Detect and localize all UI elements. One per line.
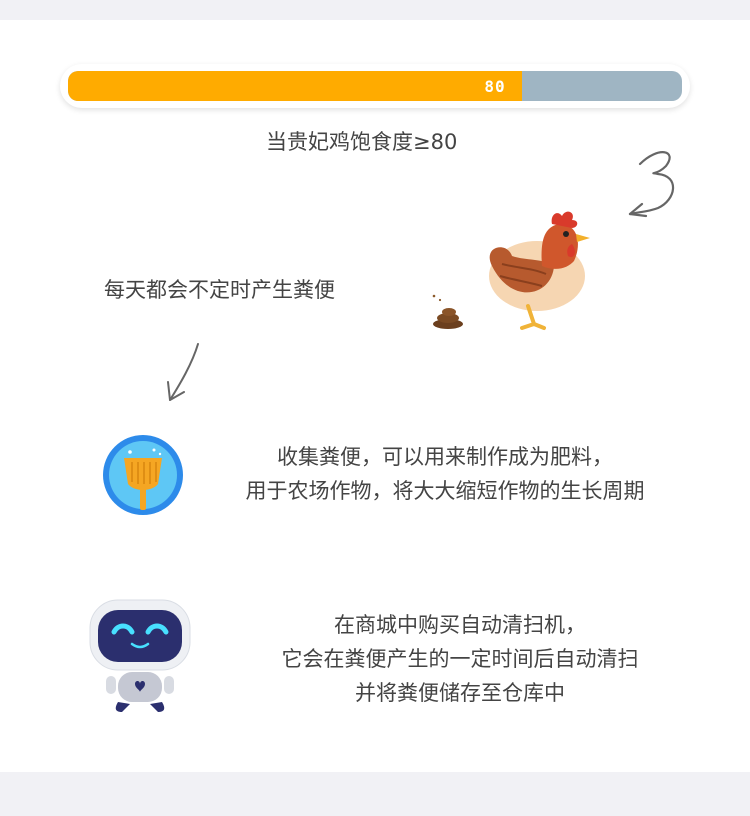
collect-description: 收集粪便，可以用来制作成为肥料， 用于农场作物，将大大缩短作物的生长周期 [210,440,680,508]
robot-line-1: 在商城中购买自动清扫机， [334,613,586,637]
progress-fill [68,71,523,101]
progress-track: 80 [68,71,682,101]
satiety-progress-bar: 80 [60,64,690,108]
collect-line-1: 收集粪便，可以用来制作成为肥料， [277,445,613,469]
content-card: 80 当贵妃鸡饱食度≥80 每天都会不定时产生粪便 收集粪便，可以用来制作成为肥… [0,20,750,772]
robot-description: 在商城中购买自动清扫机， 它会在粪便产生的一定时间后自动清扫 并将粪便储存至仓库… [220,608,700,710]
robot-icon [89,599,191,712]
poop-icon [432,294,463,329]
curly-arrow-icon [628,151,675,218]
chicken-icon [489,211,590,330]
collect-line-2: 用于农场作物，将大大缩短作物的生长周期 [245,479,645,503]
robot-line-3: 并将粪便储存至仓库中 [355,681,565,705]
progress-value-label: 80 [484,77,506,96]
daily-caption: 每天都会不定时产生粪便 [104,278,335,302]
threshold-caption: 当贵妃鸡饱食度≥80 [266,130,458,154]
shovel-icon [103,435,183,515]
robot-line-2: 它会在粪便产生的一定时间后自动清扫 [281,647,639,671]
arrow-down-left-icon [167,343,199,401]
